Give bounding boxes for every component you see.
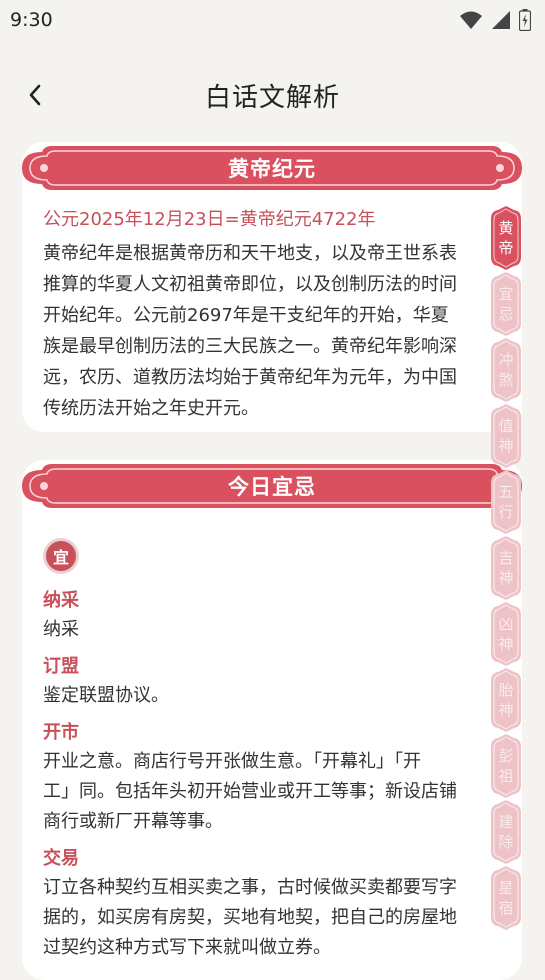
app-header: 白话文解析 bbox=[0, 66, 545, 124]
status-bar: 9:30 bbox=[0, 0, 545, 40]
side-tab[interactable]: 胎神 bbox=[490, 667, 522, 733]
side-tab[interactable]: 五行 bbox=[490, 469, 522, 535]
signal-icon bbox=[492, 11, 510, 29]
list-item: 纳采 纳采 bbox=[43, 587, 503, 645]
text-line: 商行或新厂开幕等事。 bbox=[43, 811, 223, 832]
section-banner: 今日宜忌 bbox=[22, 460, 522, 512]
entry-body: 订立各种契约互相买卖之事，古时候做买卖都要写字 据的，如买房有房契，买地有地契，… bbox=[43, 873, 503, 963]
text-line: 开始纪年。公元前2697年是干支纪年的开始，华夏 bbox=[43, 305, 449, 326]
text-line: 据的，如买房有房契，买地有地契，把自己的房屋地 bbox=[43, 907, 457, 928]
side-tab[interactable]: 宜忌 bbox=[490, 271, 522, 337]
list-item: 交易 订立各种契约互相买卖之事，古时候做买卖都要写字 据的，如买房有房契，买地有… bbox=[43, 845, 503, 963]
era-description: 黄帝纪年是根据黄帝历和天干地支，以及帝王世系表 推算的华夏人文初祖黄帝即位，以及… bbox=[43, 238, 503, 424]
section-side-tabs: 黄帝宜忌冲煞值神五行吉神凶神胎神彭祖建除星宿 bbox=[490, 205, 524, 931]
text-line: 订立各种契约互相买卖之事，古时候做买卖都要写字 bbox=[43, 877, 457, 898]
era-conversion: 公元2025年12月23日=黄帝纪元4722年 bbox=[43, 209, 376, 230]
side-tab-label: 建除 bbox=[498, 813, 514, 851]
side-tab-label: 彭祖 bbox=[498, 747, 514, 785]
text-line: 传统历法开始之年史开元。 bbox=[43, 398, 259, 419]
yi-badge-label: 宜 bbox=[46, 541, 76, 571]
section-title: 黄帝纪元 bbox=[228, 157, 316, 181]
section-banner: 黄帝纪元 bbox=[22, 142, 522, 194]
side-tab-label: 星宿 bbox=[498, 879, 514, 917]
text-line: 黄帝纪年是根据黄帝历和天干地支，以及帝王世系表 bbox=[43, 243, 457, 264]
entry-body: 纳采 bbox=[43, 615, 503, 645]
yi-entries: 纳采 纳采 订盟 鉴定联盟协议。 开市 开业之意。商店行号开张做生意。「开幕礼」… bbox=[43, 587, 503, 971]
side-tab-label: 胎神 bbox=[498, 681, 514, 719]
text-line: 远，农历、道教历法均始于黄帝纪年为元年，为中国 bbox=[43, 367, 457, 388]
text-line: 过契约这种方式写下来就叫做立券。 bbox=[43, 937, 331, 958]
list-item: 开市 开业之意。商店行号开张做生意。「开幕礼」「开 工」同。包括年头初开始营业或… bbox=[43, 719, 503, 837]
side-tab-label: 值神 bbox=[498, 417, 514, 455]
side-tab[interactable]: 星宿 bbox=[490, 865, 522, 931]
status-icons bbox=[459, 9, 531, 31]
side-tab[interactable]: 建除 bbox=[490, 799, 522, 865]
side-tab-label: 吉神 bbox=[498, 549, 514, 587]
entry-title: 纳采 bbox=[43, 590, 79, 611]
text-line: 推算的华夏人文初祖黄帝即位，以及创制历法的时间 bbox=[43, 274, 457, 295]
entry-body: 鉴定联盟协议。 bbox=[43, 681, 503, 711]
side-tab-label: 黄帝 bbox=[498, 219, 514, 257]
entry-title: 订盟 bbox=[43, 656, 79, 677]
text-line: 族是最早创制历法的三大民族之一。黄帝纪年影响深 bbox=[43, 336, 457, 357]
chevron-left-icon bbox=[29, 84, 41, 106]
text-line: 开业之意。商店行号开张做生意。「开幕礼」「开 bbox=[43, 751, 421, 772]
entry-title: 开市 bbox=[43, 722, 79, 743]
side-tab-label: 宜忌 bbox=[498, 285, 514, 323]
section-title: 今日宜忌 bbox=[228, 475, 316, 499]
side-tab[interactable]: 冲煞 bbox=[490, 337, 522, 403]
back-button[interactable] bbox=[20, 80, 50, 110]
side-tab-label: 凶神 bbox=[498, 615, 514, 653]
huangdi-era-card: 黄帝纪元 公元2025年12月23日=黄帝纪元4722年 黄帝纪年是根据黄帝历和… bbox=[22, 142, 522, 432]
entry-title: 交易 bbox=[43, 848, 79, 869]
list-item: 订盟 鉴定联盟协议。 bbox=[43, 653, 503, 711]
side-tab-label: 五行 bbox=[498, 483, 514, 521]
page-title: 白话文解析 bbox=[204, 82, 340, 113]
side-tab[interactable]: 彭祖 bbox=[490, 733, 522, 799]
side-tab[interactable]: 吉神 bbox=[490, 535, 522, 601]
text-line: 纳采 bbox=[43, 619, 79, 640]
side-tab-label: 冲煞 bbox=[498, 351, 514, 389]
battery-icon bbox=[519, 9, 531, 31]
side-tab[interactable]: 值神 bbox=[490, 403, 522, 469]
text-line: 鉴定联盟协议。 bbox=[43, 685, 169, 706]
entry-body: 开业之意。商店行号开张做生意。「开幕礼」「开 工」同。包括年头初开始营业或开工等… bbox=[43, 747, 503, 837]
text-line: 工」同。包括年头初开始营业或开工等事；新设店铺 bbox=[43, 781, 457, 802]
status-time: 9:30 bbox=[10, 9, 53, 31]
yi-badge: 宜 bbox=[43, 538, 79, 574]
today-yiji-card: 今日宜忌 宜 纳采 纳采 订盟 鉴定联盟协议。 开市 开业之意。商店行号开张做生… bbox=[22, 460, 522, 980]
side-tab[interactable]: 凶神 bbox=[490, 601, 522, 667]
wifi-icon bbox=[460, 11, 482, 29]
side-tab[interactable]: 黄帝 bbox=[490, 205, 522, 271]
